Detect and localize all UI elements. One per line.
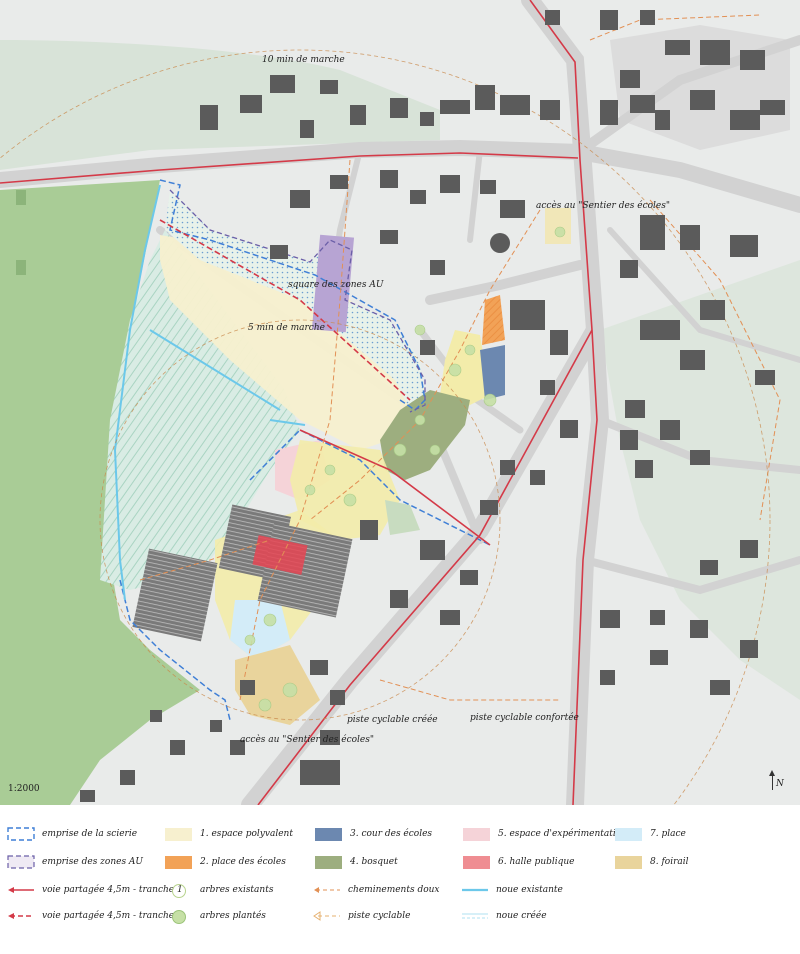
legend-scierie-icon [6,827,36,841]
legend-esp6-label: 6. halle publique [498,857,575,867]
legend-esp3-swatch [315,827,342,841]
walk-10min-label: 10 min de marche [262,55,345,65]
site-plan-map: 10 min de marche 5 min de marche square … [0,0,800,805]
legend-esp3-label: 3. cour des écoles [350,829,433,839]
legend-tree-planted-icon [164,909,194,924]
legend-esp4: 4. bosquet [314,854,398,870]
legend-noue-creee-icon [460,909,490,923]
legend-scierie-label: emprise de la scierie [42,829,138,839]
legend-esp8-label: 8. foirail [650,857,689,867]
legend-esp1-swatch [165,827,192,841]
site-plan-svg [0,0,800,805]
legend-piste: piste cyclable [312,908,410,924]
zone-2-place-ecoles [482,295,505,345]
legend-esp1-label: 1. espace polyvalent [200,829,293,839]
legend-esp1: 1. espace polyvalent [164,826,293,842]
legend-esp2: 2. place des écoles [164,854,286,870]
zone-8-foirail-north [545,208,571,244]
bike-path-improved-label: piste cyclable confortée [470,713,579,723]
walk-5min-label: 5 min de marche [248,323,325,333]
legend-esp7: 7. place [614,826,686,842]
legend-zones-au-icon [6,855,36,869]
legend-voie-2: voie partagée 4,5m - tranche 2 [6,908,183,924]
north-label: N [776,779,784,789]
legend-arbres-plantes-label: arbres plantés [200,911,266,921]
legend-arbres-existants-label: arbres existants [200,885,274,895]
legend-voie-1-icon [6,883,36,897]
legend-voie-1-label: voie partagée 4,5m - tranche 1 [42,885,183,895]
legend-cheminements-label: cheminements doux [348,885,440,895]
legend-voie-1: voie partagée 4,5m - tranche 1 [6,882,183,898]
legend-zones-au: emprise des zones AU [6,854,143,870]
legend-cheminements-icon [312,883,342,897]
scale-label: 1:2000 [8,784,40,794]
zone-4-bosquet-small [385,500,420,535]
legend-noue-existante-label: noue existante [496,885,563,895]
legend-esp3: 3. cour des écoles [314,826,432,842]
legend-voie-2-icon [6,909,36,923]
site-zones [100,190,571,725]
legend-esp6: 6. halle publique [462,854,575,870]
legend-esp8: 8. foirail [614,854,689,870]
legend-noue-existante: noue existante [460,882,563,898]
legend-esp7-swatch [615,827,642,841]
legend-esp4-label: 4. bosquet [350,857,398,867]
north-arrow: N [769,770,784,790]
bike-path-created-label: piste cyclable créée [347,715,438,725]
north-arrow-icon [769,770,775,790]
access-sentier-top-label: accès au "Sentier des écoles" [536,201,671,211]
legend-esp7-label: 7. place [650,829,686,839]
legend-esp6-swatch [463,855,490,869]
legend-noue-creee: noue créée [460,908,547,924]
legend-arbres-plantes: arbres plantés [164,908,266,924]
legend-noue-existante-icon [460,883,490,897]
legend-voie-2-label: voie partagée 4,5m - tranche 2 [42,911,183,921]
hall-roof-2 [257,522,353,618]
legend-esp5: 5. espace d'expérimentation [462,826,627,842]
legend-zones-au-label: emprise des zones AU [42,857,144,867]
legend-noue-creee-label: noue créée [496,911,547,921]
legend-piste-label: piste cyclable [348,911,411,921]
legend-cheminements: cheminements doux [312,882,440,898]
legend-piste-icon [312,909,342,923]
legend-esp2-swatch [165,855,192,869]
legend-tree-existing-icon [164,883,194,898]
legend-scierie: emprise de la scierie [6,826,137,842]
square-zones-au-label: square des zones AU [288,280,384,290]
legend-esp4-swatch [315,855,342,869]
legend-esp8-swatch [615,855,642,869]
access-sentier-bottom-label: accès au "Sentier des écoles" [240,735,375,745]
map-legend: emprise de la scierie emprise des zones … [0,812,800,954]
legend-arbres-existants: arbres existants [164,882,273,898]
legend-esp2-label: 2. place des écoles [200,857,286,867]
legend-esp5-swatch [463,827,490,841]
legend-esp5-label: 5. espace d'expérimentation [498,829,628,839]
